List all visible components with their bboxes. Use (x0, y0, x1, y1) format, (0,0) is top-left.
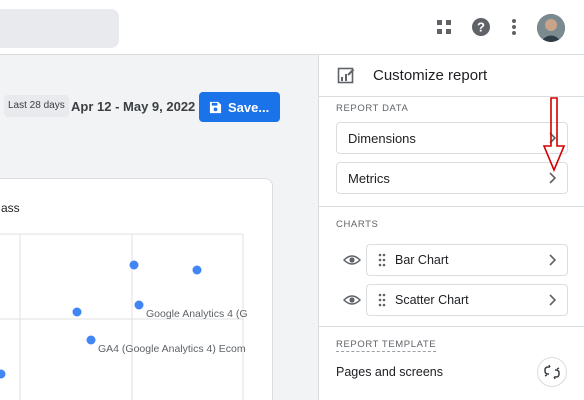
scatter-chart-row[interactable]: Scatter Chart (366, 284, 568, 316)
customize-icon (337, 67, 355, 84)
eye-icon[interactable] (343, 253, 361, 267)
chart-card: ass Google Analytics 4 (G GA4 (Google An… (0, 178, 273, 400)
point-label: GA4 (Google Analytics 4) Ecom (98, 343, 246, 355)
scatter-point (0, 369, 6, 379)
scatter-chart-label: Scatter Chart (395, 293, 469, 307)
top-bar: ? (0, 0, 584, 55)
apps-grid-icon[interactable] (433, 16, 455, 38)
avatar[interactable] (537, 14, 565, 42)
scatter-point (129, 260, 139, 270)
scatter-point (134, 300, 144, 310)
more-vert-icon[interactable] (503, 16, 525, 38)
metrics-label: Metrics (348, 170, 390, 186)
eye-icon[interactable] (343, 293, 361, 307)
unlink-icon (544, 364, 560, 380)
help-icon[interactable]: ? (470, 16, 492, 38)
report-template-label: REPORT TEMPLATE (336, 339, 437, 352)
scatter-point (192, 265, 202, 275)
panel-title: Customize report (373, 67, 488, 84)
annotation-arrow (542, 97, 566, 173)
point-label: Google Analytics 4 (G (146, 308, 248, 320)
bar-chart-label: Bar Chart (395, 253, 449, 267)
search-bar[interactable] (0, 9, 119, 48)
charts-label: CHARTS (336, 219, 379, 230)
svg-text:?: ? (477, 20, 485, 35)
bar-chart-row[interactable]: Bar Chart (366, 244, 568, 276)
dimensions-label: Dimensions (348, 130, 416, 146)
unlink-template-button[interactable] (537, 357, 567, 387)
date-range[interactable]: Apr 12 - May 9, 2022 (71, 99, 195, 114)
metrics-row[interactable]: Metrics (336, 162, 568, 194)
panel-header: Customize report (319, 55, 584, 97)
scatter-chart: Google Analytics 4 (G GA4 (Google Analyt… (0, 233, 248, 400)
dimensions-row[interactable]: Dimensions (336, 122, 568, 154)
template-name: Pages and screens (336, 365, 444, 379)
report-area: Last 28 days Apr 12 - May 9, 2022 Save..… (0, 55, 318, 400)
scatter-point (72, 307, 82, 317)
chevron-right-icon (549, 254, 557, 266)
divider (319, 206, 584, 207)
drag-handle-icon[interactable] (377, 293, 387, 307)
scatter-point (86, 335, 96, 345)
divider (319, 326, 584, 327)
report-data-label: REPORT DATA (336, 103, 409, 114)
drag-handle-icon[interactable] (377, 253, 387, 267)
date-range-chip[interactable]: Last 28 days (4, 95, 69, 117)
chevron-right-icon (549, 294, 557, 306)
save-icon (209, 101, 222, 113)
save-button-label: Save... (228, 99, 270, 115)
app-root: ? Last 28 days Apr 12 - May 9, 2022 Save… (0, 0, 584, 400)
save-button[interactable]: Save... (199, 92, 280, 122)
